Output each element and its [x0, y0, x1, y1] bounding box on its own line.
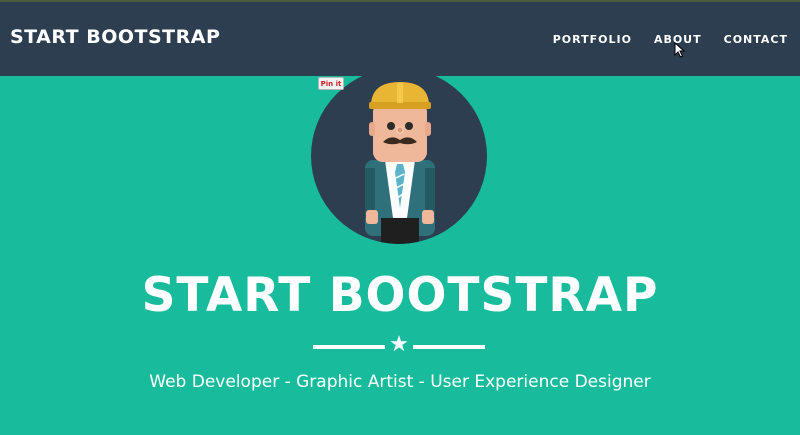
avatar	[311, 68, 487, 244]
nav-links: PORTFOLIO ABOUT CONTACT	[531, 33, 788, 46]
star-divider: ★	[313, 332, 485, 357]
brand-link[interactable]: START BOOTSTRAP	[10, 26, 220, 48]
hero-title: START BOOTSTRAP	[141, 268, 659, 323]
navbar: START BOOTSTRAP PORTFOLIO ABOUT CONTACT	[0, 0, 800, 76]
hero-subtitle: Web Developer - Graphic Artist - User Ex…	[149, 372, 651, 392]
pin-it-button[interactable]: Pin it	[318, 77, 344, 90]
character-illustration	[365, 82, 435, 244]
nav-link-portfolio[interactable]: PORTFOLIO	[553, 33, 632, 46]
divider-line-right	[413, 345, 485, 349]
mouse-cursor-icon	[674, 42, 686, 58]
divider-line-left	[313, 345, 385, 349]
nav-link-contact[interactable]: CONTACT	[724, 33, 788, 46]
star-icon: ★	[389, 332, 409, 357]
